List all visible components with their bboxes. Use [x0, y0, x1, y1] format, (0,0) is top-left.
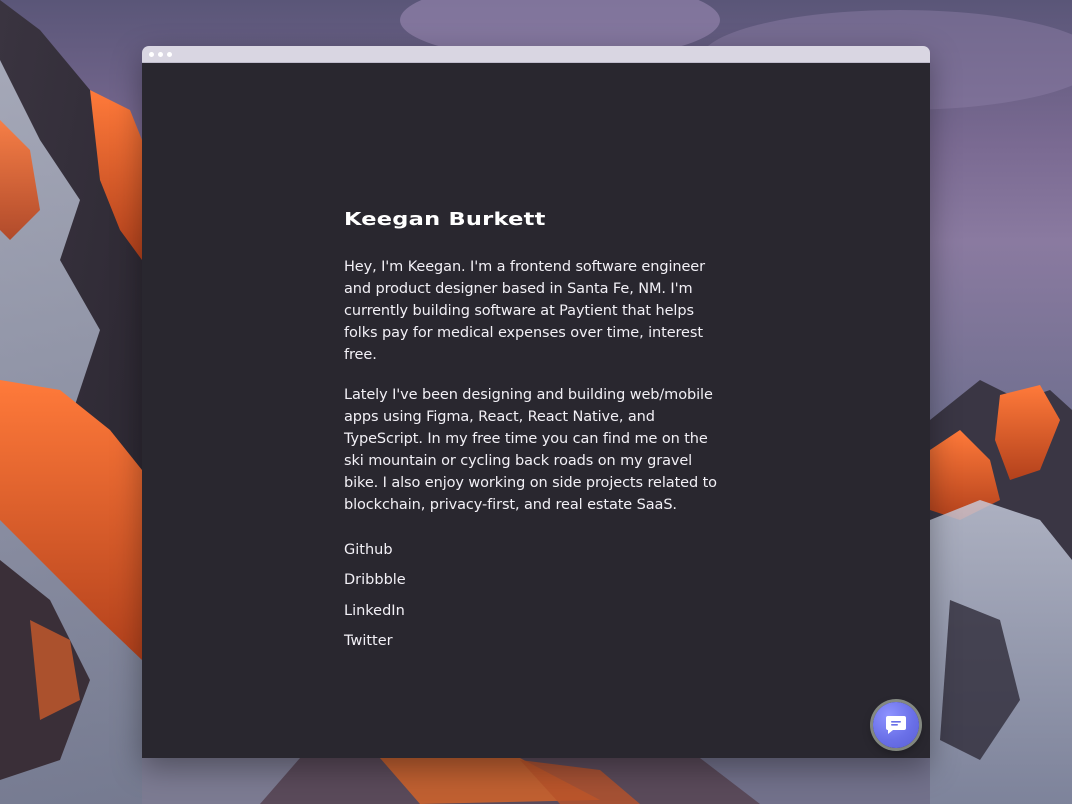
link-github[interactable]: Github	[344, 540, 729, 560]
window-control-dot[interactable]	[149, 51, 154, 57]
profile-section: Keegan Burkett Hey, I'm Keegan. I'm a fr…	[344, 209, 729, 662]
link-linkedin[interactable]: LinkedIn	[344, 601, 729, 621]
window-control-dot[interactable]	[158, 51, 163, 57]
link-twitter[interactable]: Twitter	[344, 631, 729, 651]
bio-paragraph: Hey, I'm Keegan. I'm a frontend software…	[344, 259, 705, 363]
link-dribbble[interactable]: Dribbble	[344, 570, 729, 590]
browser-window: Keegan Burkett Hey, I'm Keegan. I'm a fr…	[142, 46, 930, 758]
bio-paragraph: Lately I've been designing and building …	[344, 387, 717, 513]
window-titlebar	[142, 46, 930, 63]
window-control-dot[interactable]	[167, 51, 172, 57]
chat-bubble-icon	[886, 716, 906, 734]
chat-button[interactable]	[873, 702, 919, 748]
social-links: Github Dribbble LinkedIn Twitter	[344, 540, 729, 651]
page-content: Keegan Burkett Hey, I'm Keegan. I'm a fr…	[142, 63, 930, 758]
page-title: Keegan Burkett	[344, 209, 546, 230]
